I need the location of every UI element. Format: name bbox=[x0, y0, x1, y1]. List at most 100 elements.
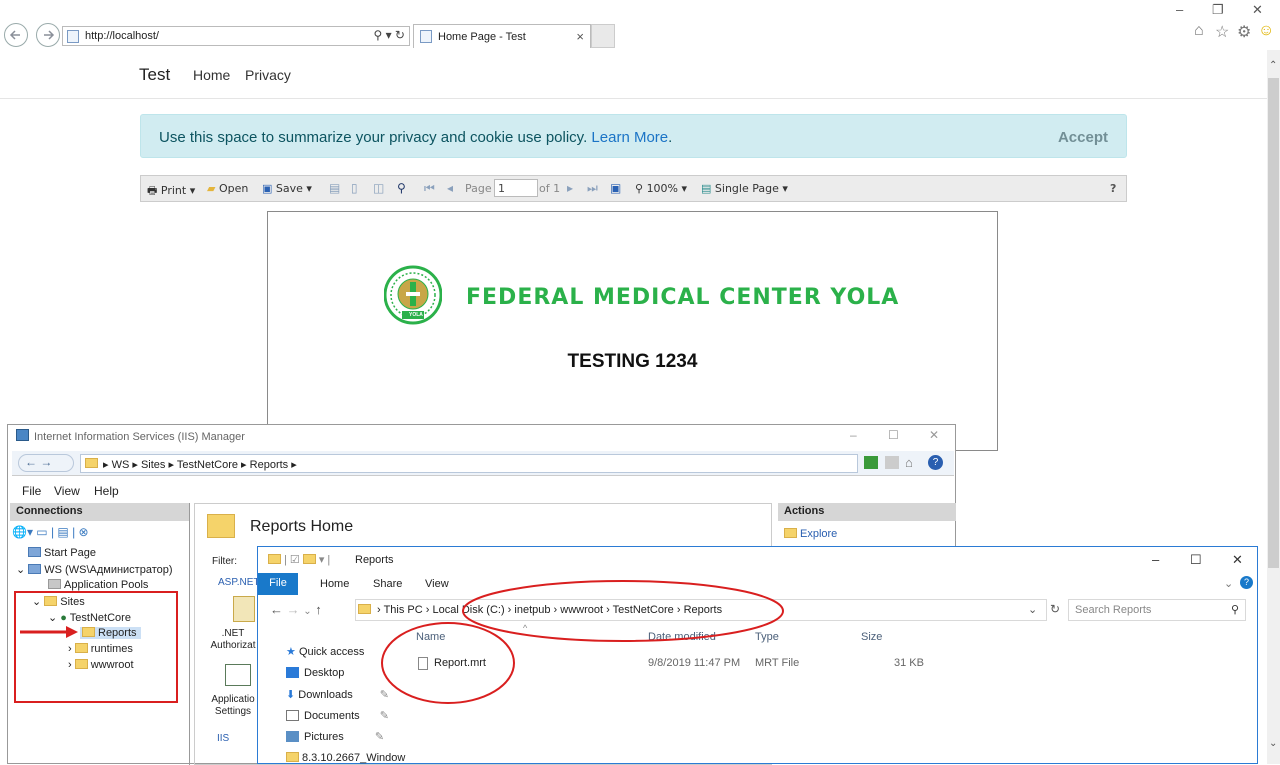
ribbon-tab-home[interactable]: Home bbox=[320, 578, 349, 590]
search-refresh-icon[interactable]: ⚲ ▾ ↻ bbox=[373, 28, 405, 42]
explore-action[interactable]: Explore bbox=[784, 528, 837, 540]
help-button[interactable]: ? bbox=[1110, 182, 1116, 195]
menu-file[interactable]: File bbox=[22, 484, 41, 498]
iis-help-icon[interactable]: ? bbox=[928, 455, 943, 470]
nav-quick-access[interactable]: ★ Quick access bbox=[286, 645, 364, 658]
prev-page-icon[interactable]: ◂ bbox=[447, 181, 453, 195]
ribbon-tab-view[interactable]: View bbox=[425, 578, 449, 590]
folder-open-icon: ▰ bbox=[207, 182, 216, 195]
tree-start-page[interactable]: Start Page bbox=[28, 547, 96, 559]
col-date[interactable]: Date modified bbox=[648, 631, 716, 643]
col-size[interactable]: Size bbox=[861, 631, 882, 643]
print-button[interactable]: 🖶 Print ▾ bbox=[147, 182, 195, 201]
bookmarks-icon[interactable]: ▯ bbox=[351, 181, 358, 195]
group-aspnet: ASP.NET bbox=[218, 577, 260, 588]
filter-label: Filter: bbox=[212, 556, 237, 567]
nav-pictures[interactable]: Pictures ✎ bbox=[286, 730, 384, 743]
nav-home[interactable]: Home bbox=[193, 67, 230, 83]
explorer-path-bar[interactable]: › This PC › Local Disk (C:) › inetpub › … bbox=[355, 599, 1047, 621]
next-page-icon[interactable]: ▸ bbox=[567, 181, 573, 195]
site-navbar: Test Home Privacy bbox=[0, 50, 1267, 99]
nav-documents[interactable]: Documents ✎ bbox=[286, 709, 389, 722]
authorization-icon[interactable] bbox=[233, 596, 255, 622]
parameters-icon[interactable]: ▤ bbox=[329, 181, 340, 195]
iis-close-icon[interactable]: ✕ bbox=[929, 428, 939, 442]
iis-back-forward-icon[interactable]: ← → bbox=[18, 454, 74, 472]
menu-view[interactable]: View bbox=[54, 484, 80, 498]
nav-privacy[interactable]: Privacy bbox=[245, 67, 291, 83]
explorer-nav-buttons[interactable]: ← → ⌄ ↑ bbox=[270, 602, 322, 617]
fullscreen-icon[interactable]: ▣ bbox=[610, 181, 621, 195]
explorer-minimize-icon[interactable]: – bbox=[1152, 552, 1159, 567]
menu-help[interactable]: Help bbox=[94, 484, 119, 498]
ribbon-tab-share[interactable]: Share bbox=[373, 578, 402, 590]
zoom-icon: ⚲ bbox=[635, 182, 644, 195]
scroll-down-icon[interactable]: ⌄ bbox=[1269, 738, 1277, 749]
zoom-button[interactable]: ⚲ 100% ▾ bbox=[635, 182, 687, 195]
forward-button[interactable] bbox=[36, 23, 60, 47]
stop-icon[interactable] bbox=[885, 456, 899, 469]
refresh-icon[interactable] bbox=[864, 456, 878, 469]
col-type[interactable]: Type bbox=[755, 631, 779, 643]
browser-tab[interactable]: Home Page - Test × bbox=[413, 24, 591, 48]
favorites-icon[interactable]: ☆ bbox=[1215, 22, 1229, 42]
learn-more-link[interactable]: Learn More bbox=[591, 129, 668, 146]
find-icon[interactable]: ⚲ bbox=[397, 181, 406, 195]
page-count: of 1 bbox=[539, 182, 561, 195]
view-mode-button[interactable]: ▤ Single Page ▾ bbox=[701, 182, 788, 195]
save-button[interactable]: ▣ Save ▾ bbox=[262, 182, 312, 195]
iis-minimize-icon[interactable]: – bbox=[850, 428, 857, 442]
nav-folder-83[interactable]: 8.3.10.2667_Window bbox=[286, 752, 405, 764]
scroll-up-icon[interactable]: ⌃ bbox=[1269, 60, 1277, 71]
ribbon-expand-icon[interactable]: ⌄ bbox=[1224, 577, 1233, 590]
first-page-icon[interactable]: ⏮ bbox=[424, 181, 435, 196]
nav-desktop[interactable]: Desktop bbox=[286, 667, 344, 679]
feature-authorization-label[interactable]: .NET Authorizat bbox=[209, 628, 257, 652]
last-page-icon[interactable]: ⏭ bbox=[587, 181, 598, 196]
page-number-input[interactable]: 1 bbox=[494, 179, 538, 197]
back-button[interactable] bbox=[4, 23, 28, 47]
file-name[interactable]: Report.mrt bbox=[434, 657, 486, 669]
sort-icon: ^ bbox=[523, 623, 528, 633]
explorer-maximize-icon[interactable]: ☐ bbox=[1190, 552, 1202, 568]
feature-app-settings-label[interactable]: Applicatio Settings bbox=[209, 694, 257, 718]
iis-breadcrumb[interactable]: ▸ WS ▸ Sites ▸ TestNetCore ▸ Reports ▸ bbox=[80, 454, 858, 473]
site-brand[interactable]: Test bbox=[139, 65, 170, 85]
app-settings-icon[interactable] bbox=[225, 664, 251, 686]
page-scrollbar[interactable]: ⌃ ⌄ bbox=[1267, 50, 1280, 764]
explorer-search-input[interactable]: Search Reports ⚲ bbox=[1068, 599, 1246, 621]
restore-icon[interactable]: ❐ bbox=[1212, 2, 1224, 18]
arrow-left-icon bbox=[9, 30, 20, 40]
group-iis: IIS bbox=[217, 733, 230, 744]
accept-button[interactable]: Accept bbox=[1058, 129, 1108, 146]
tab-title: Home Page - Test bbox=[438, 31, 526, 43]
pin-icon: ✎ bbox=[379, 689, 389, 701]
minimize-icon[interactable]: – bbox=[1176, 2, 1183, 17]
close-icon[interactable]: ✕ bbox=[1252, 2, 1263, 18]
quick-access-toolbar[interactable]: | ☑ ▾ | bbox=[268, 553, 330, 566]
address-bar[interactable]: http://localhost/ ⚲ ▾ ↻ bbox=[62, 26, 410, 46]
tree-server[interactable]: ⌄ WS (WS\Администратор) bbox=[16, 563, 173, 576]
nav-downloads[interactable]: ⬇ Downloads ✎ bbox=[286, 688, 389, 701]
col-name[interactable]: Name bbox=[416, 631, 445, 643]
new-tab-button[interactable] bbox=[591, 24, 615, 48]
iis-home-icon[interactable]: ⌂ bbox=[905, 455, 913, 470]
home-icon[interactable]: ⌂ bbox=[1194, 22, 1204, 40]
folder-large-icon bbox=[207, 514, 235, 538]
explorer-refresh-icon[interactable]: ↻ bbox=[1050, 602, 1060, 616]
tab-close-icon[interactable]: × bbox=[576, 29, 584, 44]
resources-icon[interactable]: ◫ bbox=[373, 181, 384, 195]
scroll-thumb[interactable] bbox=[1268, 78, 1279, 568]
iis-maximize-icon[interactable]: ☐ bbox=[888, 428, 899, 442]
iis-window-title: Internet Information Services (IIS) Mana… bbox=[34, 431, 245, 443]
path-dropdown-icon[interactable]: ⌄ bbox=[1028, 603, 1037, 616]
ribbon-tab-file[interactable]: File bbox=[258, 573, 298, 595]
connections-toolbar-icons[interactable]: 🌐▾ ▭ | ▤ | ⊗ bbox=[12, 525, 89, 539]
tree-app-pools[interactable]: Application Pools bbox=[48, 579, 148, 591]
explorer-close-icon[interactable]: ✕ bbox=[1232, 552, 1243, 568]
explorer-help-icon[interactable]: ? bbox=[1240, 576, 1253, 589]
gear-icon[interactable]: ⚙ bbox=[1237, 22, 1251, 42]
open-button[interactable]: ▰ Open bbox=[207, 182, 248, 195]
smiley-icon[interactable]: ☺ bbox=[1258, 22, 1274, 40]
url-text: http://localhost/ bbox=[85, 30, 159, 42]
